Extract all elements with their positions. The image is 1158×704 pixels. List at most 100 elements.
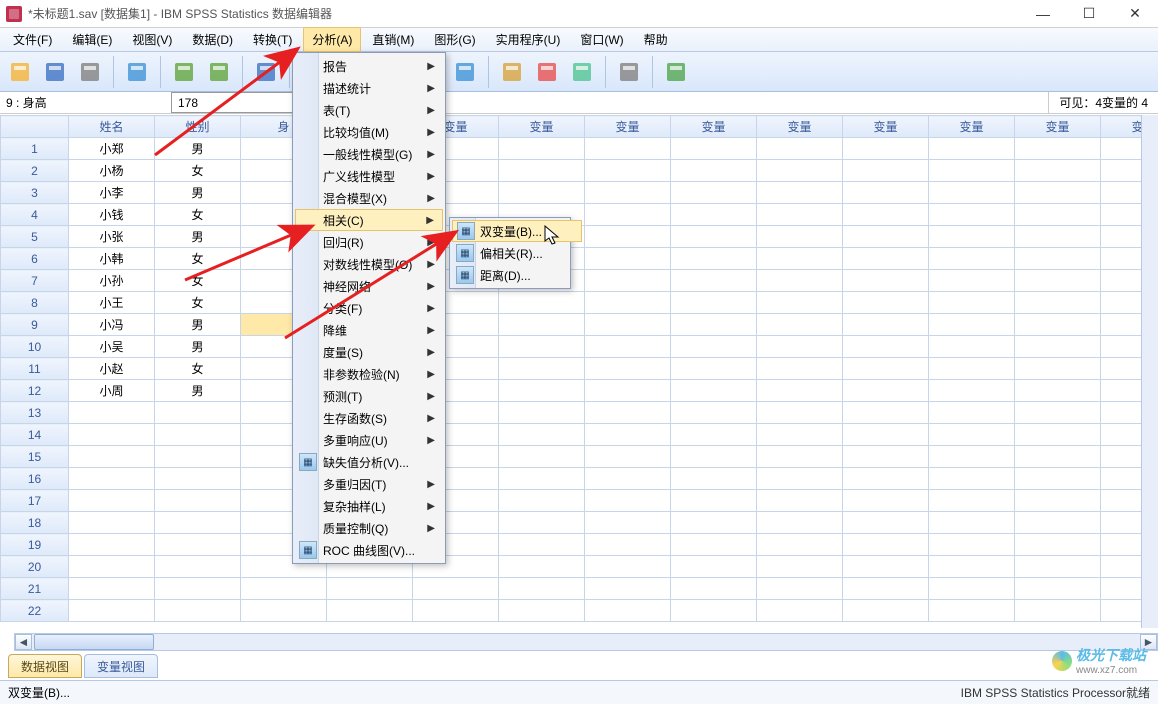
cell[interactable] [929,600,1015,622]
cell[interactable] [1015,226,1101,248]
cell[interactable] [843,226,929,248]
submenu-item-双变量[interactable]: ▦双变量(B)... [452,220,582,242]
menu-item-分类[interactable]: 分类(F)▶ [295,297,443,319]
menu-item-质量控制[interactable]: 质量控制(Q)▶ [295,517,443,539]
cell[interactable] [671,358,757,380]
cell[interactable] [1101,160,1142,182]
cell[interactable] [1101,138,1142,160]
cell[interactable] [1101,446,1142,468]
cell[interactable] [671,138,757,160]
cell[interactable] [843,248,929,270]
cell[interactable] [1015,292,1101,314]
cell[interactable] [843,556,929,578]
cell[interactable] [155,468,241,490]
cell[interactable] [155,490,241,512]
menu-分析[interactable]: 分析(A) [303,27,361,52]
cell[interactable] [671,512,757,534]
cell[interactable] [671,556,757,578]
cell[interactable] [499,380,585,402]
column-header[interactable]: 变量 [499,116,585,138]
row-number[interactable]: 11 [1,358,69,380]
cell[interactable] [671,490,757,512]
cell[interactable] [929,468,1015,490]
cell[interactable] [671,578,757,600]
cell[interactable] [499,578,585,600]
cell[interactable] [757,160,843,182]
menu-item-生存函数[interactable]: 生存函数(S)▶ [295,407,443,429]
menu-视图[interactable]: 视图(V) [123,27,181,52]
save-icon[interactable] [39,56,71,88]
column-header[interactable]: 变量 [929,116,1015,138]
menu-item-表[interactable]: 表(T)▶ [295,99,443,121]
cell[interactable] [757,204,843,226]
cell[interactable]: 小周 [69,380,155,402]
cell[interactable] [843,138,929,160]
cell[interactable] [241,578,327,600]
row-number[interactable]: 9 [1,314,69,336]
cell[interactable]: 小赵 [69,358,155,380]
cell[interactable] [1101,314,1142,336]
column-header[interactable]: 性别 [155,116,241,138]
row-number[interactable]: 3 [1,182,69,204]
cell[interactable] [671,314,757,336]
cell[interactable] [1015,512,1101,534]
cell[interactable] [1101,358,1142,380]
cell[interactable] [757,490,843,512]
cell[interactable] [843,534,929,556]
cell[interactable] [69,534,155,556]
menu-图形[interactable]: 图形(G) [425,27,484,52]
split-icon[interactable] [449,56,481,88]
cell[interactable] [69,468,155,490]
cell[interactable] [843,292,929,314]
print-icon[interactable] [74,56,106,88]
cell[interactable] [1015,248,1101,270]
cell[interactable] [1015,556,1101,578]
cell[interactable] [843,270,929,292]
goto-icon[interactable] [250,56,282,88]
cell[interactable]: 女 [155,270,241,292]
recall-icon[interactable] [121,56,153,88]
row-number[interactable]: 16 [1,468,69,490]
menu-item-广义线性模型[interactable]: 广义线性模型▶ [295,165,443,187]
cell[interactable] [843,160,929,182]
cell[interactable] [1015,578,1101,600]
cell[interactable]: 女 [155,358,241,380]
cell[interactable] [155,556,241,578]
cell[interactable] [585,600,671,622]
cell[interactable] [1015,270,1101,292]
cell[interactable] [499,314,585,336]
cell[interactable] [671,204,757,226]
cell[interactable] [1015,138,1101,160]
cell[interactable] [671,402,757,424]
cell[interactable] [155,446,241,468]
row-number[interactable]: 10 [1,336,69,358]
menu-文件[interactable]: 文件(F) [4,27,61,52]
menu-item-缺失值分析[interactable]: ▦缺失值分析(V)... [295,451,443,473]
cell[interactable] [757,468,843,490]
column-header[interactable]: 变量 [585,116,671,138]
menu-item-比较均值[interactable]: 比较均值(M)▶ [295,121,443,143]
cell[interactable] [757,138,843,160]
row-number[interactable]: 19 [1,534,69,556]
cell[interactable] [929,578,1015,600]
cell[interactable] [585,446,671,468]
menu-转换[interactable]: 转换(T) [244,27,301,52]
menu-item-预测[interactable]: 预测(T)▶ [295,385,443,407]
cell[interactable] [671,270,757,292]
cell[interactable] [929,204,1015,226]
cell[interactable] [499,446,585,468]
cell[interactable] [929,358,1015,380]
cell[interactable] [929,424,1015,446]
cell[interactable] [1015,358,1101,380]
cell[interactable] [1101,556,1142,578]
cell[interactable] [843,512,929,534]
cell[interactable] [499,160,585,182]
column-header[interactable]: 变量 [843,116,929,138]
cell[interactable] [1015,336,1101,358]
cell[interactable] [757,248,843,270]
cell[interactable] [155,424,241,446]
cell[interactable] [1015,402,1101,424]
cell[interactable] [69,600,155,622]
cell[interactable] [929,402,1015,424]
cell[interactable] [1101,578,1142,600]
